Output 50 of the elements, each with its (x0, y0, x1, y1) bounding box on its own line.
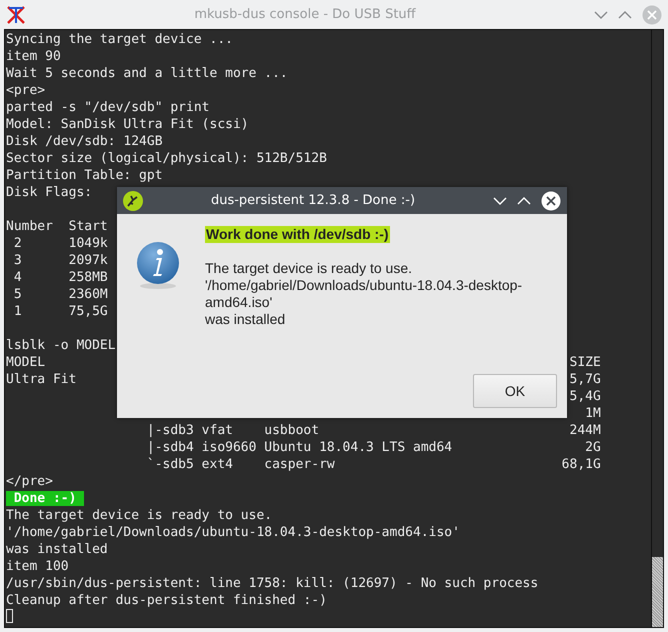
terminal-line: 2 1049k (12, 236, 108, 251)
terminal-line: The target device is ready to use. (6, 508, 272, 523)
terminal-line: Cleanup after dus-persistent finished :-) (6, 593, 327, 608)
terminal-line: parted -s "/dev/sdb" print (6, 100, 210, 115)
terminal-line: 1 75,5G (12, 304, 108, 319)
message-text: The target device is ready to use. (205, 260, 413, 277)
terminal-line: '/home/gabriel/Downloads/ubuntu-18.04.3-desktop-amd64.iso' (6, 525, 460, 540)
terminal-line: Model: SanDisk Ultra Fit (scsi) (6, 117, 249, 132)
dialog-title: dus-persistent 12.3.8 - Done :-) (210, 193, 416, 208)
terminal-value: 244M (570, 422, 601, 439)
terminal-line: 4 258MB (12, 270, 108, 285)
scrollbar-thumb[interactable] (652, 557, 663, 627)
terminal-value: 5,4G (570, 388, 601, 405)
terminal-line: lsblk -o MODEL (6, 338, 116, 353)
terminal-line: Partition Table: gpt (6, 168, 163, 183)
terminal-line: Wait 5 seconds and a little more ... (6, 66, 288, 81)
terminal-value: 2G (585, 439, 601, 456)
status-badge: Done :-) (6, 491, 84, 506)
info-icon (135, 241, 181, 291)
terminal-line: 5 2360M (12, 287, 108, 302)
terminal-line: </pre> (6, 474, 53, 489)
close-button[interactable] (541, 190, 561, 210)
terminal-line: Sector size (logical/physical): 512B/512B (6, 151, 327, 166)
terminal-line: item 90 (6, 49, 61, 64)
ok-button[interactable]: OK (473, 374, 557, 408)
terminal-line: Disk /dev/sdb: 124GB (6, 134, 163, 149)
terminal-line: was installed (6, 542, 108, 557)
message-text: was installed (205, 311, 286, 328)
terminal-value: 68,1G (562, 456, 601, 473)
terminal-line: MODEL (6, 354, 46, 371)
terminal-line: Disk Flags: (6, 185, 92, 200)
terminal-line: `-sdb5 ext4 casper-rw (146, 456, 335, 473)
terminal-line: |-sdb3 vfat usbboot (146, 422, 320, 439)
terminal-line: item 100 (6, 559, 69, 574)
terminal-line: |-sdb4 iso9660 Ubuntu 18.04.3 LTS amd64 (146, 439, 452, 456)
fork-icon (123, 190, 143, 210)
terminal-line: 3 2097k (12, 253, 108, 268)
terminal-line: Number Start (6, 219, 108, 234)
terminal-line: Syncing the target device ... (6, 32, 233, 47)
cross-icon (6, 4, 26, 24)
text-cursor (6, 609, 13, 623)
scrollbar[interactable] (651, 30, 663, 627)
dialog-heading: Work done with /dev/sdb :-) (205, 226, 390, 243)
terminal-line: <pre> (6, 83, 46, 98)
window-title: mkusb-dus console - Do USB Stuff (193, 7, 417, 22)
terminal-line: Ultra Fit (6, 371, 76, 388)
terminal-value: 1M (585, 405, 601, 422)
terminal-value: SIZE (570, 354, 601, 371)
terminal-value: 5,7G (570, 371, 601, 388)
terminal-line: /usr/sbin/dus-persistent: line 1758: kill: (12697) - No such process (6, 576, 538, 591)
